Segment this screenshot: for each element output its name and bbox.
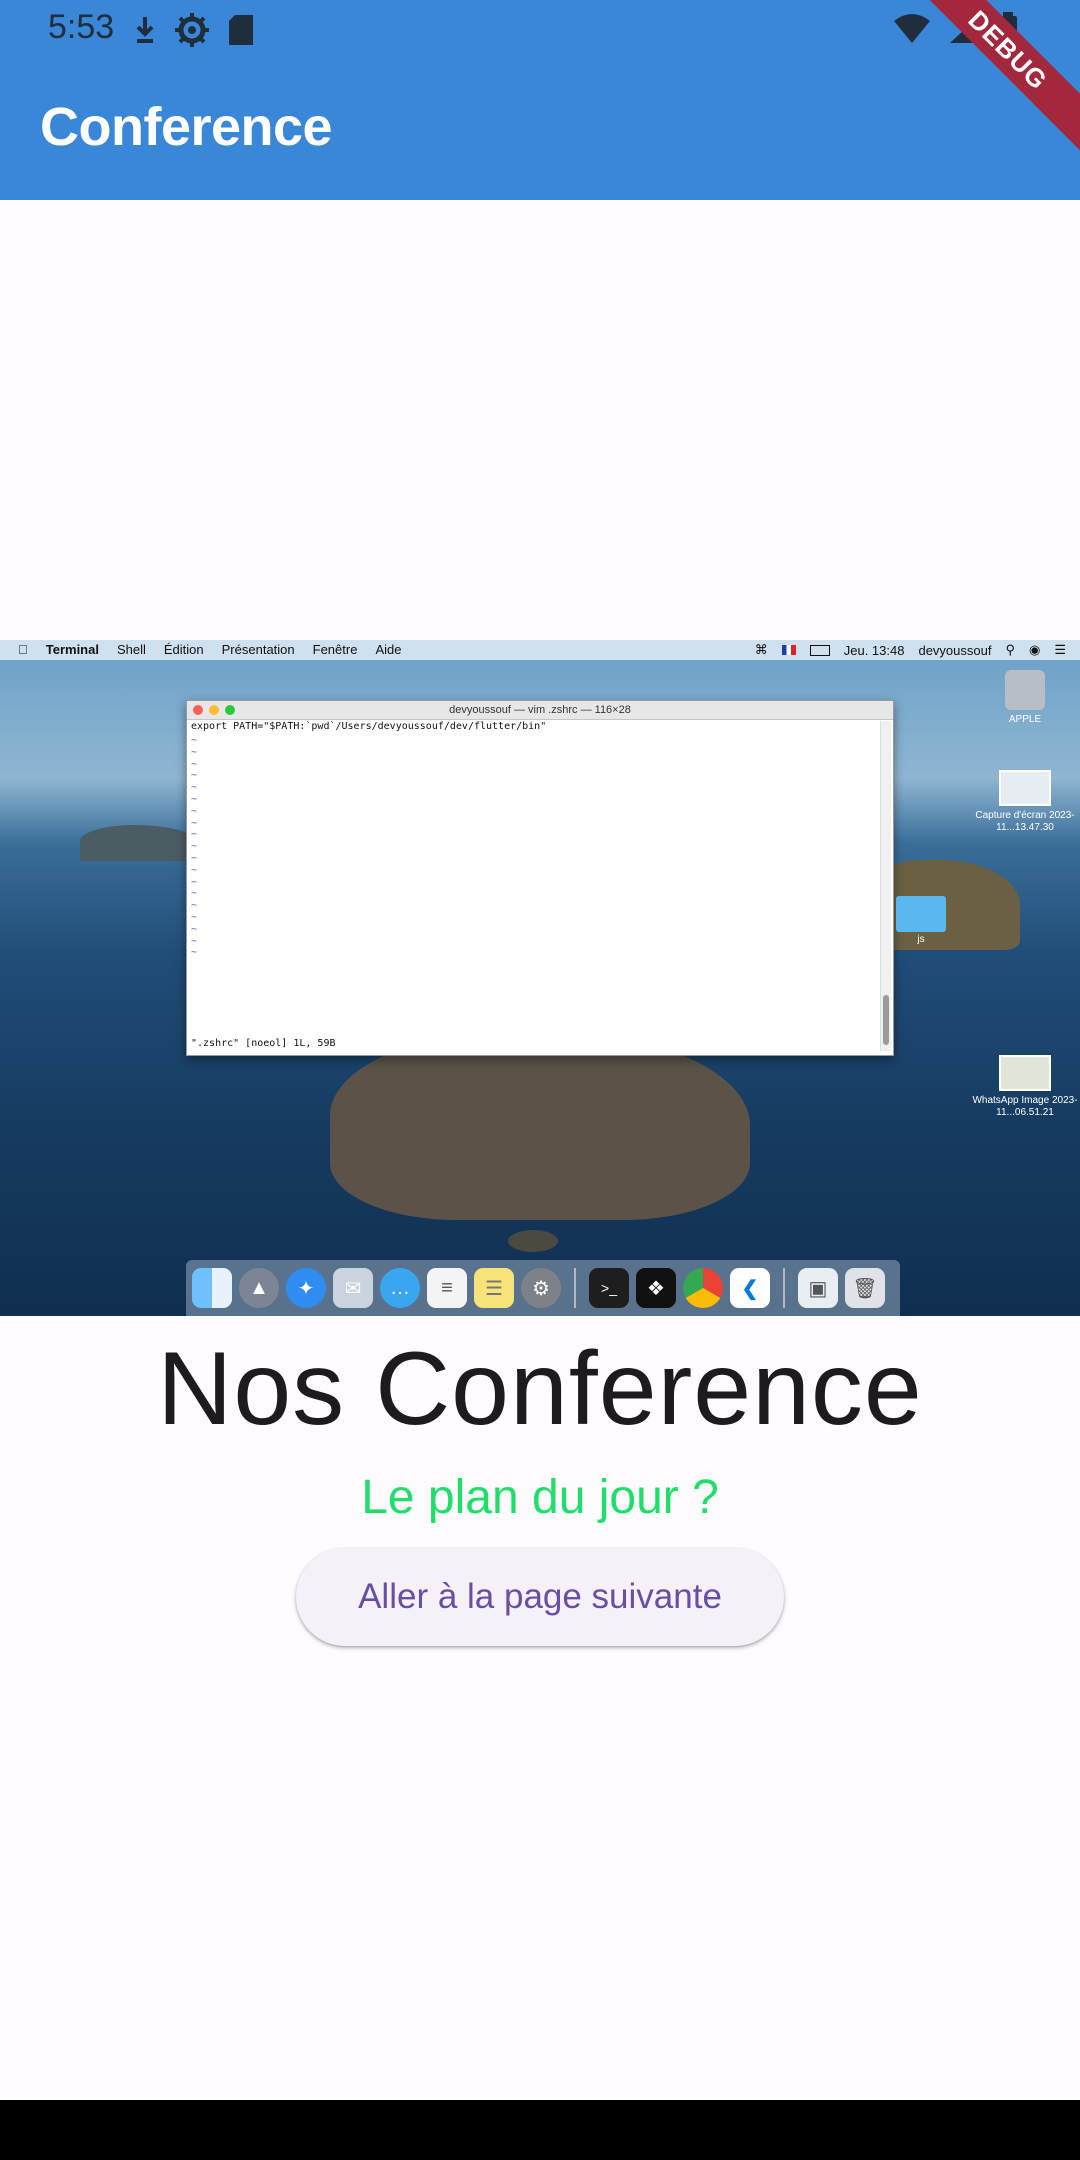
desktop-icon-apple: APPLE [970, 670, 1080, 726]
app-bar: Conference [0, 62, 1080, 200]
minimize-icon [209, 705, 219, 715]
page-subheading: Le plan du jour ? [361, 1471, 719, 1524]
chrome-icon [683, 1268, 723, 1308]
search-icon: ⚲ [1005, 642, 1015, 657]
folder-icon [896, 896, 946, 932]
page-heading: Nos Conference [157, 1331, 923, 1447]
menu-datetime: Jeu. 13:48 [843, 642, 905, 658]
image-thumbnail-icon [999, 1055, 1051, 1091]
menu-item: Présentation [211, 642, 295, 657]
status-time: 5:53 [48, 8, 115, 46]
battery-icon [809, 644, 830, 656]
flag-icon [781, 645, 796, 655]
figma-icon: ❖ [636, 1268, 676, 1308]
menu-item: Fenêtre [302, 642, 358, 657]
preview-icon: ▣ [798, 1268, 838, 1308]
status-bar: 5:53 [0, 0, 1080, 62]
hard-drive-icon [1005, 670, 1045, 710]
conference-image:  Terminal Shell Édition Présentation Fe… [0, 640, 1080, 1316]
desktop-icon-js: js [917, 934, 925, 945]
trash-icon: 🗑 [845, 1268, 885, 1308]
system-preferences-icon: ⚙ [521, 1268, 561, 1308]
menu-list-icon: ☰ [1054, 642, 1066, 657]
mac-menubar:  Terminal Shell Édition Présentation Fe… [0, 640, 1080, 660]
menu-item: Shell [107, 642, 146, 657]
terminal-window: devyoussouf — vim .zshrc — 116×28 export… [186, 700, 894, 1056]
siri-icon: ◉ [1029, 642, 1041, 657]
image-thumbnail-icon [999, 770, 1051, 806]
island-shape [80, 825, 200, 861]
rock-shape [508, 1230, 558, 1252]
launchpad-icon: ▲ [239, 1268, 279, 1308]
system-navigation-bar [0, 2100, 1080, 2160]
reminders-icon: ≡ [427, 1268, 467, 1308]
mail-icon: ✉ [333, 1268, 373, 1308]
vscode-icon: ❮ [730, 1268, 770, 1308]
menu-app-name: Terminal [36, 642, 99, 657]
sd-card-icon [229, 15, 253, 45]
dock-separator [574, 1268, 576, 1308]
messages-icon: … [380, 1268, 420, 1308]
vim-empty-lines: ~ ~ ~ ~ ~ ~ ~ ~ ~ ~ ~ ~ ~ ~ ~ ~ ~ ~ ~ [191, 735, 198, 959]
island-shape [330, 1030, 750, 1220]
desktop-icon-whatsapp: WhatsApp Image 2023-11...06.51.21 [970, 1055, 1080, 1119]
menu-item: Édition [154, 642, 204, 657]
safari-icon: ✦ [286, 1268, 326, 1308]
terminal-status: ".zshrc" [noeol] 1L, 59B [191, 1038, 336, 1049]
maximize-icon [225, 705, 235, 715]
menu-item: Aide [365, 642, 401, 657]
settings-icon [175, 13, 209, 47]
notes-icon: ☰ [474, 1268, 514, 1308]
app-bar-title: Conference [40, 97, 333, 157]
download-icon [136, 17, 154, 43]
terminal-title: devyoussouf — vim .zshrc — 116×28 [449, 704, 631, 716]
dock-separator [783, 1268, 785, 1308]
wifi-icon [894, 14, 930, 43]
terminal-scrollbar [880, 721, 891, 1051]
desktop-wallpaper: devyoussouf — vim .zshrc — 116×28 export… [0, 660, 1080, 1316]
terminal-icon: >_ [589, 1268, 629, 1308]
finder-icon [192, 1268, 232, 1308]
next-page-button[interactable]: Aller à la page suivante [296, 1548, 784, 1646]
desktop-icon-screenshot: Capture d'écran 2023-11...13.47.30 [970, 770, 1080, 834]
menu-user: devyoussouf [918, 642, 992, 658]
close-icon [193, 705, 203, 715]
dock: ▲ ✦ ✉ … ≡ ☰ ⚙ >_ ❖ ❮ ▣ 🗑 [186, 1260, 900, 1316]
wifi-icon: ⌘ [754, 642, 768, 657]
status-icons-left [134, 12, 254, 48]
terminal-line: export PATH="$PATH:`pwd`/Users/devyousso… [191, 721, 547, 732]
apple-icon:  [18, 642, 28, 657]
